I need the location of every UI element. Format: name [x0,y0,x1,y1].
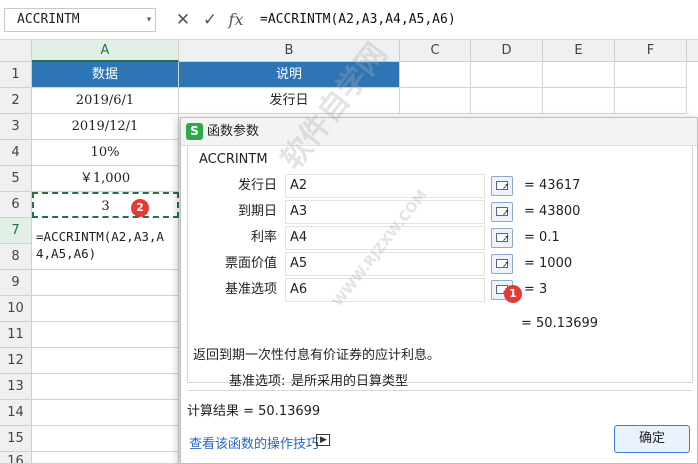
cell-a7[interactable]: =ACCRINTM(A2,A3,A 4,A5,A6) [32,218,179,270]
formula-bar: ACCRINTM ▾ ✕ ✓ fx =ACCRINTM(A2,A3,A4,A5,… [0,0,698,40]
arg-value-rate: = 0.1 [524,230,560,245]
row-header[interactable]: 1 [0,62,32,88]
arg-input-basis[interactable]: A6 [285,278,485,302]
name-box[interactable]: ACCRINTM [4,8,156,32]
arg-value-settlement: = 43617 [524,178,581,193]
enter-icon[interactable]: ✓ [199,9,221,31]
row-header[interactable]: 14 [0,400,32,426]
arg-value-maturity: = 43800 [524,204,581,219]
arg-input-maturity[interactable]: A3 [285,200,485,224]
step-badge-1: 1 [504,285,522,303]
cell-d2[interactable] [471,88,543,114]
cell-a4[interactable]: 10% [32,140,179,166]
column-header-a[interactable]: A [32,40,179,62]
dialog-titlebar[interactable]: S 函数参数 [181,118,697,146]
function-arguments-dialog: S 函数参数 ACCRINTM 发行日 A2 ➚ = 43617 到期日 A3 … [180,117,698,464]
function-description: 返回到期一次性付息有价证券的应计利息。 [193,348,441,363]
column-header-d[interactable]: D [471,40,543,62]
arg-label-maturity: 到期日 [237,204,277,219]
cell-a13[interactable] [32,374,179,400]
range-select-icon[interactable]: ➚ [491,228,513,248]
ok-button[interactable]: 确定 [614,425,690,453]
row-header[interactable]: 11 [0,322,32,348]
select-all-corner[interactable] [0,40,32,62]
divider [187,390,693,391]
range-select-icon[interactable]: ➚ [491,202,513,222]
arg-value-par: = 1000 [524,256,573,271]
column-header-overflow [687,40,698,62]
column-header-e[interactable]: E [543,40,615,62]
cell-a1[interactable]: 数据 [32,62,179,88]
cell-f2[interactable] [615,88,687,114]
cell-a12[interactable] [32,348,179,374]
cell-a6[interactable]: 3 [32,192,179,218]
cell-a9[interactable] [32,270,179,296]
cell-a5[interactable]: ￥1,000 [32,166,179,192]
row-header[interactable]: 10 [0,296,32,322]
range-select-icon[interactable]: ➚ [491,254,513,274]
cell-e1[interactable] [543,62,615,88]
cell-f1[interactable] [615,62,687,88]
cell-a3[interactable]: 2019/12/1 [32,114,179,140]
row-header[interactable]: 13 [0,374,32,400]
step-badge-2: 2 [131,199,149,217]
video-tutorial-icon[interactable]: ▶ [316,434,330,446]
cell-a2[interactable]: 2019/6/1 [32,88,179,114]
cell-a11[interactable] [32,322,179,348]
dialog-title: 函数参数 [207,124,260,139]
cancel-icon[interactable]: ✕ [172,9,194,31]
cell-a15[interactable] [32,426,179,452]
row-header[interactable]: 12 [0,348,32,374]
arg-input-settlement[interactable]: A2 [285,174,485,198]
function-help-link[interactable]: 查看该函数的操作技巧 [189,433,319,452]
row-header-active[interactable]: 7 [0,218,32,244]
arg-label-par: 票面价值 [224,256,277,271]
cell-c2[interactable] [400,88,471,114]
calculation-result: 计算结果 = 50.13699 [187,404,321,419]
row-header[interactable]: 4 [0,140,32,166]
arg-label-rate: 利率 [250,230,277,245]
row-header[interactable]: 16 [0,452,32,464]
name-box-dropdown-icon[interactable]: ▾ [142,8,156,32]
row-header[interactable]: 2 [0,88,32,114]
arg-label-basis: 基准选项 [224,282,277,297]
arg-description-label: 基准选项: [229,374,286,389]
function-result: = 50.13699 [521,316,599,331]
row-header[interactable]: 6 [0,192,32,218]
row-header[interactable]: 9 [0,270,32,296]
row-header[interactable]: 15 [0,426,32,452]
cell-a16[interactable] [32,452,179,464]
cell-a10[interactable] [32,296,179,322]
cell-a7-line1: =ACCRINTM(A2,A3,A [36,229,164,244]
insert-function-icon[interactable]: fx [225,9,247,31]
cell-d1[interactable] [471,62,543,88]
cell-a7-line2: 4,A5,A6) [36,246,97,261]
cell-e2[interactable] [543,88,615,114]
arg-value-basis: = 3 [524,282,548,297]
column-header-f[interactable]: F [615,40,687,62]
wps-logo-icon: S [186,123,203,140]
arg-label-settlement: 发行日 [237,178,277,193]
function-name: ACCRINTM [199,152,268,167]
row-header[interactable]: 8 [0,244,32,270]
cell-c1[interactable] [400,62,471,88]
range-select-icon[interactable]: ➚ [491,176,513,196]
row-header[interactable]: 5 [0,166,32,192]
cell-a14[interactable] [32,400,179,426]
formula-input[interactable]: =ACCRINTM(A2,A3,A4,A5,A6) [254,8,698,32]
column-header-c[interactable]: C [400,40,471,62]
arg-input-par[interactable]: A5 [285,252,485,276]
arg-description-text: 是所采用的日算类型 [291,374,409,389]
row-header[interactable]: 3 [0,114,32,140]
